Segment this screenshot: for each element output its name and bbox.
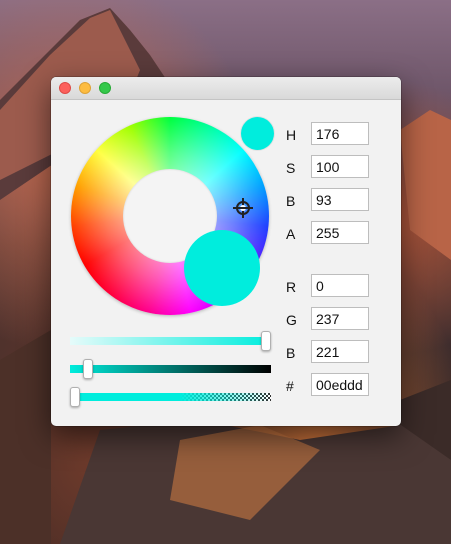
brightness-input[interactable] (311, 188, 369, 211)
alpha-slider[interactable] (70, 387, 271, 407)
green-input[interactable] (311, 307, 369, 330)
hex-label: # (286, 378, 294, 394)
minimize-button[interactable] (79, 82, 91, 94)
lightness-slider[interactable] (70, 331, 271, 351)
hex-input[interactable] (311, 373, 369, 396)
color-picker-window: H S B A R G B # (51, 77, 401, 426)
color-wheel[interactable] (71, 117, 269, 315)
blue-label: B (286, 345, 296, 361)
zoom-button[interactable] (99, 82, 111, 94)
r-label: R (286, 279, 297, 295)
h-label: H (286, 127, 297, 143)
wheel-center-ring (123, 169, 260, 306)
s-label: S (286, 160, 296, 176)
close-button[interactable] (59, 82, 71, 94)
blue-input[interactable] (311, 340, 369, 363)
alpha-input[interactable] (311, 221, 369, 244)
g-label: G (286, 312, 297, 328)
current-color-swatch (184, 230, 260, 306)
a-label: A (286, 226, 296, 242)
brightness-slider[interactable] (70, 359, 271, 379)
brightness-track (70, 365, 271, 373)
lightness-knob[interactable] (261, 331, 271, 351)
color-preview-circle (241, 117, 274, 150)
brightness-knob[interactable] (83, 359, 93, 379)
picker-handle-icon[interactable] (233, 198, 253, 218)
saturation-input[interactable] (311, 155, 369, 178)
red-input[interactable] (311, 274, 369, 297)
lightness-track (70, 337, 271, 345)
hue-input[interactable] (311, 122, 369, 145)
title-bar[interactable] (51, 77, 401, 100)
alpha-track (70, 393, 271, 401)
alpha-knob[interactable] (70, 387, 80, 407)
b-label: B (286, 193, 296, 209)
